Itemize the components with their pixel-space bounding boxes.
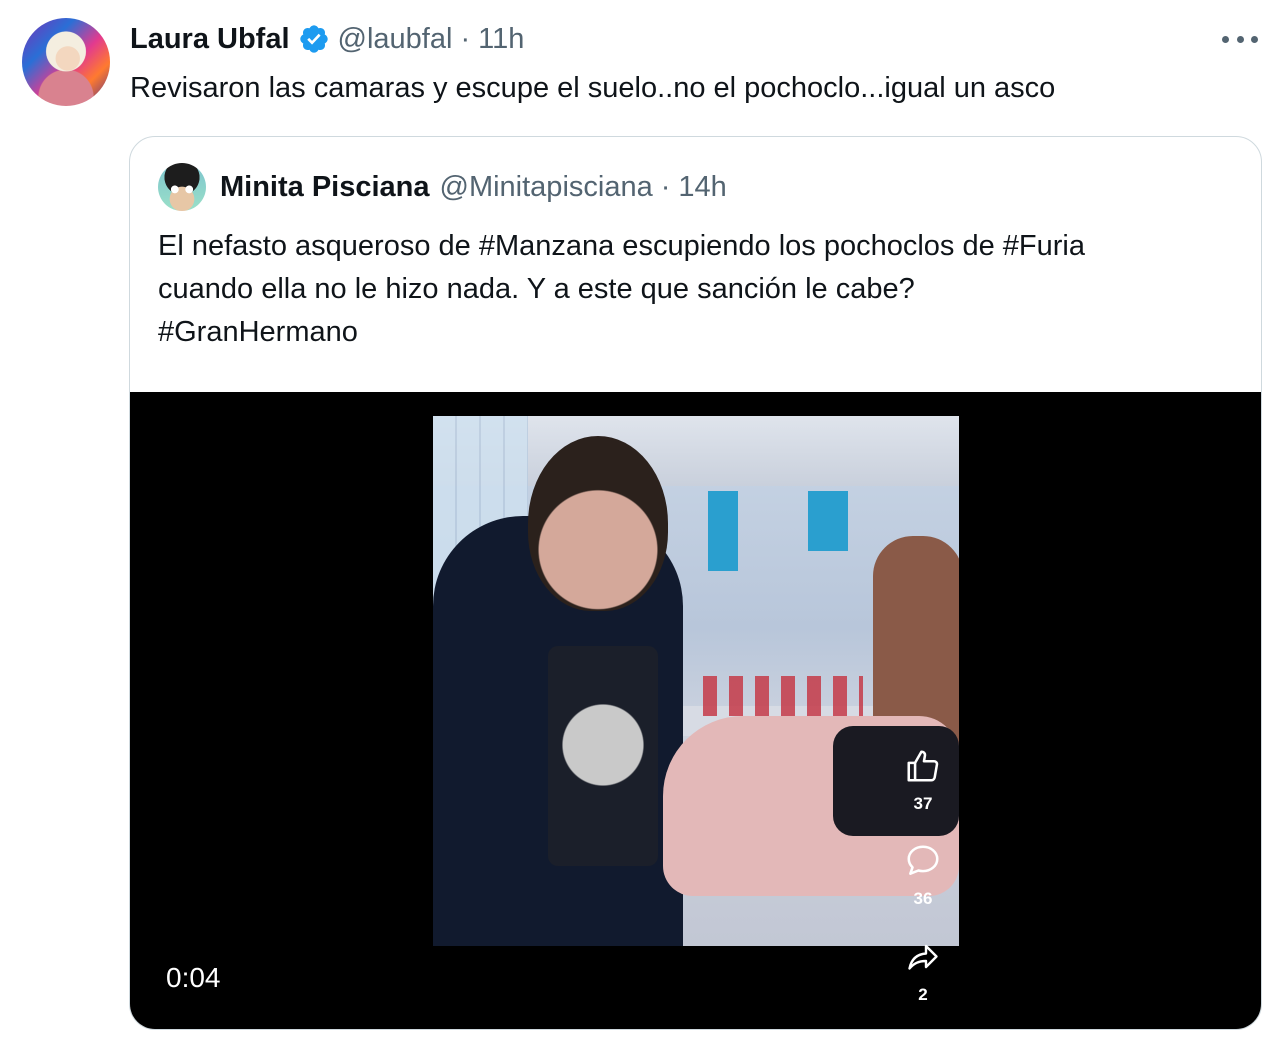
quoted-author-avatar <box>158 163 206 211</box>
like-count: 37 <box>913 794 933 813</box>
video-scene-window <box>708 491 738 571</box>
author-avatar[interactable] <box>22 18 110 106</box>
video-frame[interactable] <box>433 416 959 946</box>
video-player[interactable]: 37 36 2 0:04 <box>130 392 1261 1029</box>
quoted-tweet-header: Minita Pisciana @Minitapisciana · 14h <box>158 163 727 211</box>
share-icon <box>903 940 943 981</box>
comment-icon <box>903 842 943 885</box>
author-display-name[interactable]: Laura Ubfal <box>130 23 290 56</box>
tweet-timestamp[interactable]: 11h <box>478 23 524 56</box>
author-handle[interactable]: @laubfal <box>338 23 453 56</box>
video-share-action: 2 <box>900 940 946 1005</box>
more-options-icon[interactable] <box>1222 26 1258 52</box>
quoted-author-display-name: Minita Pisciana <box>220 170 430 203</box>
video-scene-bottles <box>703 676 863 716</box>
tweet-header: Laura Ubfal @laubfal · 11h <box>130 19 524 59</box>
verified-badge-icon[interactable] <box>298 23 330 55</box>
quoted-text-line: #GranHermano <box>158 316 358 348</box>
quoted-text-line: El nefasto asqueroso de #Manzana escupie… <box>158 230 1085 262</box>
tweet-text: Revisaron las camaras y escupe el suelo.… <box>130 72 1056 104</box>
thumbs-up-icon <box>903 747 943 790</box>
more-dot <box>1222 35 1229 43</box>
video-scene-shirt-print <box>548 646 658 866</box>
video-comment-action: 36 <box>900 842 946 909</box>
comment-count: 36 <box>913 889 933 908</box>
quoted-time-separator: · <box>660 170 671 203</box>
quoted-tweet-card[interactable]: Minita Pisciana @Minitapisciana · 14h El… <box>129 136 1262 1030</box>
video-scene-window <box>808 491 848 551</box>
share-count: 2 <box>918 985 928 1004</box>
time-separator: · <box>460 22 471 55</box>
more-dot <box>1236 35 1244 43</box>
quoted-text-line: cuando ella no le hizo nada. Y a este qu… <box>158 273 915 305</box>
quoted-tweet-timestamp: 14h <box>678 170 727 203</box>
quoted-tweet-text: El nefasto asqueroso de #Manzana escupie… <box>158 225 1248 354</box>
quoted-author-handle: @Minitapisciana <box>439 170 653 203</box>
video-duration: 0:04 <box>166 962 221 993</box>
video-scene-head <box>528 436 668 611</box>
more-dot <box>1251 35 1258 43</box>
video-like-action: 37 <box>900 747 946 814</box>
